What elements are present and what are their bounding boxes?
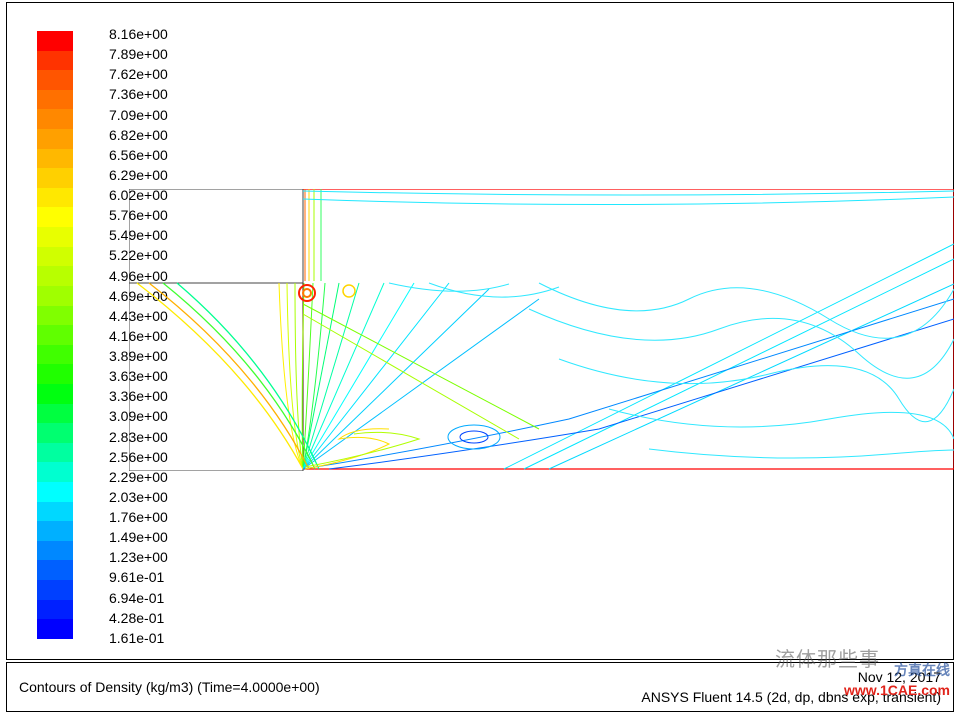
scale-label: 7.36e+00 <box>109 87 168 101</box>
scale-label: 7.62e+00 <box>109 67 168 81</box>
color-swatch <box>37 129 73 149</box>
contour-plot <box>129 189 954 471</box>
watermark-brand: 方真在线 <box>894 660 950 680</box>
scale-label: 6.29e+00 <box>109 168 168 182</box>
scale-label: 9.61e-01 <box>109 570 168 584</box>
color-swatch <box>37 580 73 600</box>
scale-label: 2.03e+00 <box>109 490 168 504</box>
scale-label: 8.16e+00 <box>109 27 168 41</box>
color-swatch <box>37 90 73 110</box>
scale-label: 7.09e+00 <box>109 108 168 122</box>
color-swatch <box>37 423 73 443</box>
scale-label: 7.89e+00 <box>109 47 168 61</box>
color-swatch <box>37 227 73 247</box>
color-swatch <box>37 70 73 90</box>
color-swatch <box>37 404 73 424</box>
scale-label: 6.82e+00 <box>109 128 168 142</box>
color-swatch <box>37 325 73 345</box>
color-swatch <box>37 384 73 404</box>
color-swatch <box>37 247 73 267</box>
color-swatch <box>37 149 73 169</box>
color-swatch <box>37 168 73 188</box>
color-swatch <box>37 31 73 51</box>
color-swatch <box>37 286 73 306</box>
color-swatch <box>37 364 73 384</box>
plot-title: Contours of Density (kg/m3) (Time=4.0000… <box>19 679 320 695</box>
color-swatch <box>37 541 73 561</box>
color-swatch <box>37 109 73 129</box>
scale-label: 2.29e+00 <box>109 470 168 484</box>
color-bar <box>37 31 73 639</box>
color-swatch <box>37 482 73 502</box>
scale-label: 1.23e+00 <box>109 550 168 564</box>
scale-label: 1.49e+00 <box>109 530 168 544</box>
color-swatch <box>37 560 73 580</box>
color-swatch <box>37 306 73 326</box>
color-swatch <box>37 188 73 208</box>
color-swatch <box>37 521 73 541</box>
color-swatch <box>37 462 73 482</box>
color-swatch <box>37 266 73 286</box>
color-swatch <box>37 619 73 639</box>
color-swatch <box>37 345 73 365</box>
scale-label: 4.28e-01 <box>109 611 168 625</box>
color-swatch <box>37 443 73 463</box>
plot-frame: 8.16e+00 7.89e+00 7.62e+00 7.36e+00 7.09e+00… <box>6 2 954 660</box>
scale-label: 6.94e-01 <box>109 591 168 605</box>
color-swatch <box>37 51 73 71</box>
color-swatch <box>37 207 73 227</box>
scale-label: 6.56e+00 <box>109 148 168 162</box>
scale-label: 1.61e-01 <box>109 631 168 645</box>
watermark-text: 流体那些事 <box>775 643 880 672</box>
color-swatch <box>37 600 73 620</box>
scale-label: 1.76e+00 <box>109 510 168 524</box>
watermark-url: www.1CAE.com <box>844 682 950 698</box>
color-swatch <box>37 502 73 522</box>
